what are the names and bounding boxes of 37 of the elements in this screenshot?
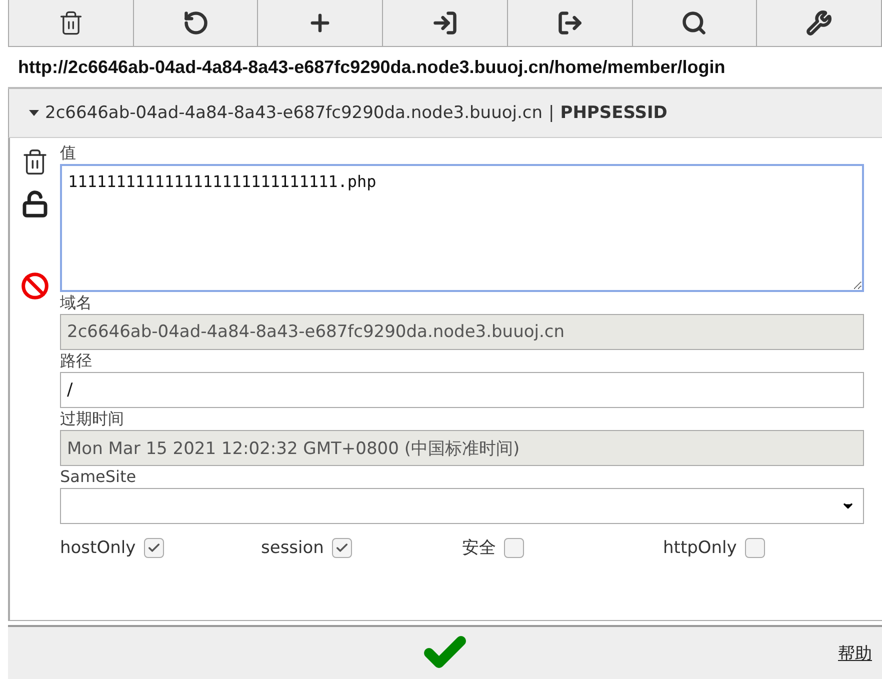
export-icon bbox=[556, 10, 583, 36]
cookie-domain: 2c6646ab-04ad-4a84-8a43-e687fc9290da.node3.buuoj.cn bbox=[45, 103, 542, 123]
checkbox-label: 安全 bbox=[462, 537, 496, 559]
search-icon bbox=[681, 10, 708, 36]
checkbox[interactable] bbox=[332, 538, 352, 558]
cookie-name: PHPSESSID bbox=[560, 103, 668, 123]
wrench-icon bbox=[806, 10, 832, 36]
import-icon bbox=[432, 10, 458, 36]
toolbar-button[interactable] bbox=[508, 0, 633, 46]
check-icon bbox=[146, 540, 161, 554]
toolbar-button[interactable] bbox=[9, 0, 134, 46]
field-label: 过期时间 bbox=[60, 408, 125, 430]
trash-icon bbox=[58, 10, 84, 36]
toolbar-button[interactable] bbox=[757, 0, 882, 46]
field-label: 值 bbox=[60, 142, 77, 164]
unlocked-icon[interactable] bbox=[21, 190, 49, 218]
checkbox[interactable] bbox=[144, 538, 164, 558]
field-label: SameSite bbox=[60, 466, 138, 488]
undo-icon bbox=[182, 10, 209, 36]
separator: | bbox=[548, 103, 554, 123]
checkbox-label: session bbox=[261, 538, 324, 558]
checkbox[interactable] bbox=[504, 538, 524, 558]
check-icon bbox=[334, 540, 349, 554]
block-icon[interactable] bbox=[21, 272, 49, 300]
toolbar-button[interactable] bbox=[632, 0, 758, 46]
input-field[interactable]: / bbox=[60, 372, 864, 408]
checkbox-label: httpOnly bbox=[663, 538, 737, 558]
field-label: 域名 bbox=[60, 292, 93, 314]
field-label: 路径 bbox=[60, 350, 93, 372]
delete-icon[interactable] bbox=[21, 148, 49, 176]
help-link[interactable]: 帮助 bbox=[838, 642, 872, 664]
caret-icon[interactable] bbox=[29, 110, 39, 116]
toolbar-button[interactable] bbox=[134, 0, 258, 46]
checkbox[interactable] bbox=[744, 538, 765, 558]
value-field[interactable]: 1111111111111111111111111111.php bbox=[60, 164, 864, 292]
toolbar-button[interactable] bbox=[383, 0, 508, 46]
checkbox-label: hostOnly bbox=[60, 538, 136, 558]
